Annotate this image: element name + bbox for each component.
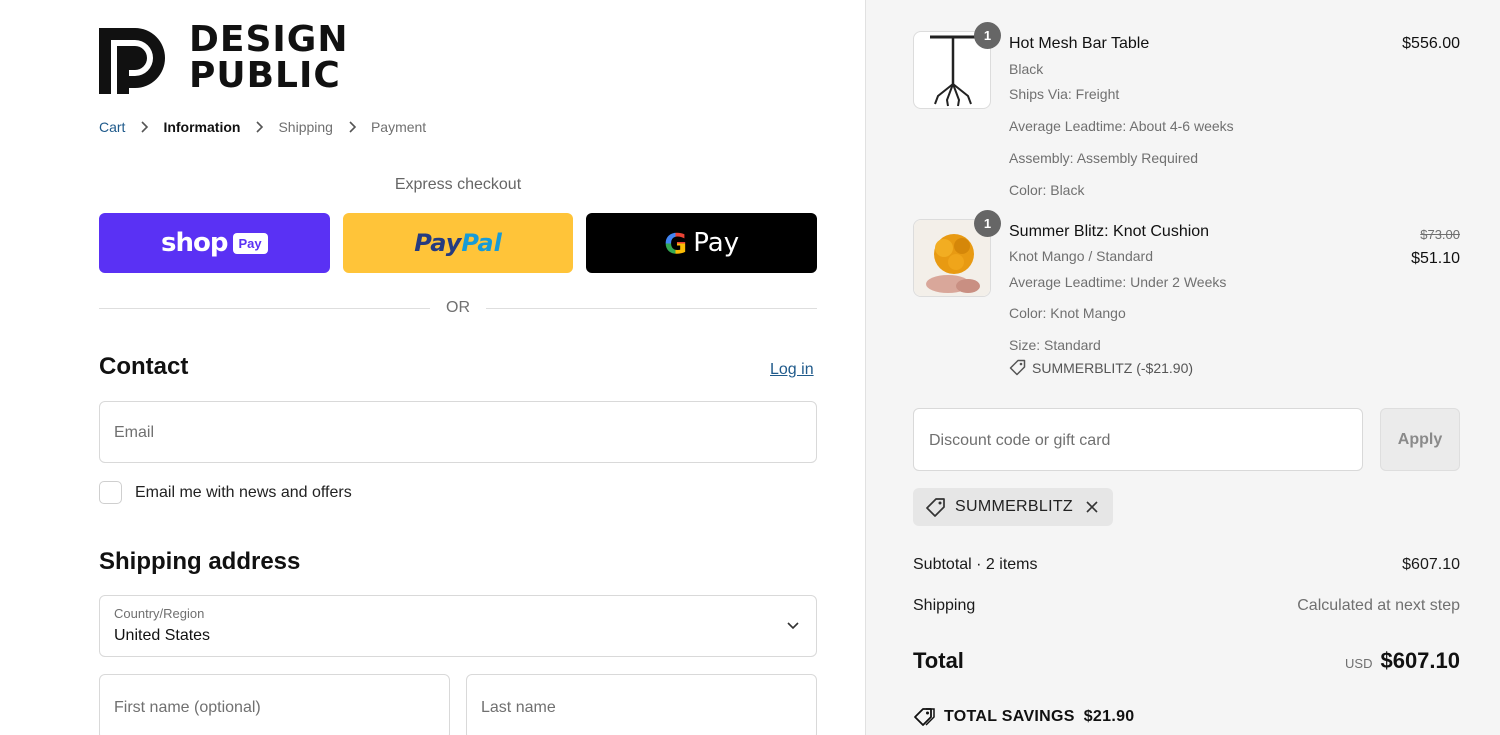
- shop-pay-wordmark: shop: [161, 228, 228, 258]
- brand-logo[interactable]: DESIGN PUBLIC: [99, 22, 348, 94]
- checkout-main: DESIGN PUBLIC Cart Information Shipping …: [0, 0, 865, 735]
- google-pay-wordmark: G Pay: [664, 226, 740, 260]
- shop-pay-badge: Pay: [232, 232, 268, 254]
- breadcrumb-payment: Payment: [370, 119, 427, 135]
- applied-discount-chip: SUMMERBLITZ: [913, 488, 1113, 526]
- subtotal-row: Subtotal · 2 items $607.10: [913, 556, 1460, 574]
- remove-discount-icon[interactable]: [1085, 500, 1099, 514]
- quantity-badge: 1: [974, 22, 1001, 49]
- item-name: Hot Mesh Bar Table: [1009, 35, 1150, 52]
- contact-title: Contact: [99, 353, 189, 380]
- quantity-badge: 1: [974, 210, 1001, 237]
- item-variant: Knot Mango / Standard: [1009, 248, 1153, 264]
- brand-name: DESIGN PUBLIC: [189, 19, 349, 96]
- chevron-right-icon: [252, 120, 266, 134]
- savings-tag-icon: [914, 708, 935, 726]
- line-item: 1 Summer Blitz: Knot Cushion Knot Mango …: [913, 210, 1460, 379]
- express-payment-buttons: shop Pay PayPal G Pay: [99, 213, 818, 273]
- breadcrumb-cart[interactable]: Cart: [99, 119, 125, 135]
- total-savings: TOTAL SAVINGS $21.90: [913, 707, 1134, 727]
- shop-pay-button[interactable]: shop Pay: [99, 213, 330, 273]
- item-detail: Assembly: Assembly Required: [1009, 150, 1199, 166]
- item-detail: Ships Via: Freight: [1009, 86, 1120, 102]
- breadcrumb-information: Information: [163, 119, 241, 135]
- breadcrumb-shipping: Shipping: [278, 119, 333, 135]
- discount-code-field[interactable]: Discount code or gift card: [913, 408, 1363, 471]
- shipping-value: Calculated at next step: [1297, 597, 1460, 614]
- or-divider: OR: [99, 297, 817, 319]
- paypal-button[interactable]: PayPal: [342, 213, 574, 273]
- news-offers-row: Email me with news and offers: [99, 481, 352, 504]
- google-pay-button[interactable]: G Pay: [586, 213, 818, 273]
- item-original-price: $73.00: [1420, 227, 1460, 242]
- subtotal-label: Subtotal · 2 items: [913, 556, 1038, 573]
- item-detail: Color: Black: [1009, 182, 1085, 198]
- item-price: $556.00: [1402, 35, 1460, 52]
- tag-icon: [926, 497, 945, 517]
- item-detail: Average Leadtime: About 4-6 weeks: [1009, 118, 1234, 134]
- item-price: $51.10: [1411, 250, 1460, 267]
- paypal-wordmark: PayPal: [414, 229, 502, 257]
- news-offers-checkbox[interactable]: [99, 481, 122, 504]
- country-value: United States: [114, 627, 211, 644]
- total-label: Total: [913, 648, 964, 673]
- first-name-field[interactable]: First name (optional): [99, 674, 450, 735]
- total-amount: $607.10: [1380, 648, 1460, 673]
- shipping-row: Shipping Calculated at next step: [913, 597, 1460, 615]
- item-detail: Color: Knot Mango: [1009, 305, 1126, 321]
- line-item: 1 Hot Mesh Bar Table Black Ships Via: Fr…: [913, 22, 1460, 206]
- item-detail: Size: Standard: [1009, 337, 1101, 353]
- shipping-address-title: Shipping address: [99, 548, 301, 575]
- design-public-logo-icon: [99, 28, 165, 94]
- chevron-right-icon: [345, 120, 359, 134]
- total-currency: USD: [1345, 656, 1373, 671]
- item-variant: Black: [1009, 61, 1044, 77]
- breadcrumb: Cart Information Shipping Payment: [99, 119, 426, 135]
- country-select[interactable]: Country/Region United States: [99, 595, 817, 657]
- item-discount: SUMMERBLITZ (-$21.90): [1009, 359, 1193, 376]
- shipping-label: Shipping: [913, 597, 976, 614]
- login-link[interactable]: Log in: [770, 361, 814, 379]
- tag-icon: [1009, 359, 1026, 376]
- email-field[interactable]: Email: [99, 401, 817, 463]
- item-detail: Average Leadtime: Under 2 Weeks: [1009, 274, 1227, 290]
- applied-code: SUMMERBLITZ: [955, 498, 1073, 515]
- savings-amount: $21.90: [1083, 708, 1135, 725]
- express-checkout-title: Express checkout: [394, 176, 522, 193]
- chevron-right-icon: [137, 120, 151, 134]
- item-name: Summer Blitz: Knot Cushion: [1009, 223, 1210, 240]
- chevron-down-icon: [787, 622, 799, 630]
- news-offers-label: Email me with news and offers: [135, 483, 352, 501]
- apply-button[interactable]: Apply: [1380, 408, 1460, 471]
- savings-label: TOTAL SAVINGS: [944, 708, 1075, 725]
- last-name-field[interactable]: Last name: [466, 674, 817, 735]
- subtotal-value: $607.10: [1402, 556, 1460, 573]
- total-row: Total USD $607.10: [913, 648, 1460, 674]
- google-g-icon: G: [664, 226, 688, 260]
- order-summary: 1 Hot Mesh Bar Table Black Ships Via: Fr…: [865, 0, 1500, 735]
- country-label: Country/Region: [114, 606, 205, 621]
